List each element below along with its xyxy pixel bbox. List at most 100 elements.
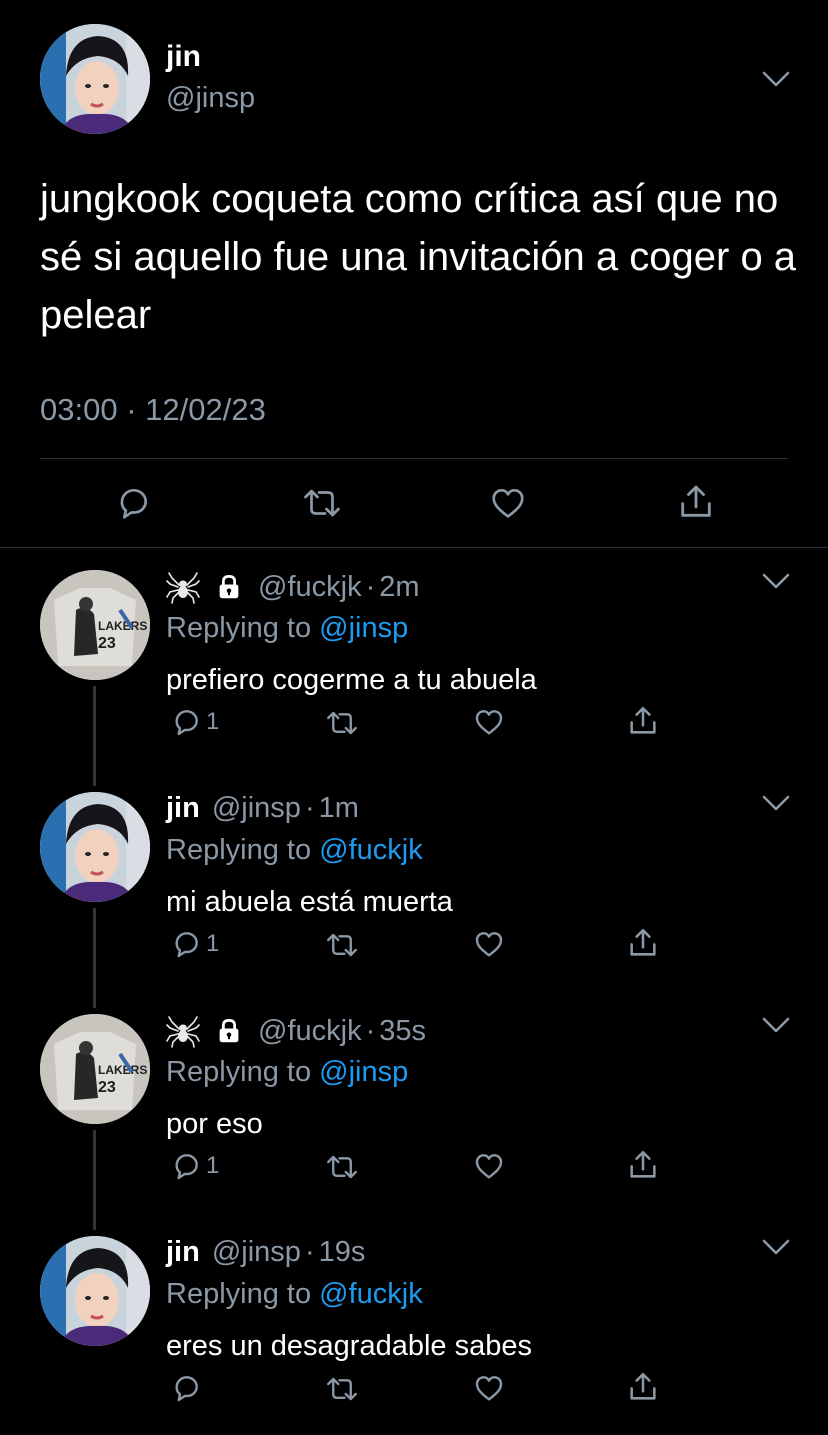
reply-button[interactable]: 1 [170,1150,219,1182]
reply-text: eres un desagradable sabes [166,1330,532,1362]
meta-separator: · [365,570,376,603]
reply-tweet[interactable]: LAKERS 23 @fuckjk · 2m Replying to @jinsp p… [0,560,828,786]
reply-text: mi abuela está muerta [166,886,453,918]
retweet-icon [327,1155,357,1179]
mention-link[interactable]: @fuckjk [319,1278,423,1310]
retweet-button[interactable] [301,484,343,522]
chevron-down-icon[interactable] [762,1238,790,1256]
divider [0,547,828,548]
share-button[interactable] [626,1148,660,1182]
retweet-icon [327,1377,357,1401]
retweet-icon [327,933,357,957]
retweet-button[interactable] [324,708,360,738]
reply-tweet[interactable]: jin @jinsp · 1m Replying to @fuckjk mi abue… [0,782,828,1008]
tweet-time: 03:00 [40,392,118,427]
meta-separator: · [304,792,315,824]
replying-to: Replying to @jinsp [166,612,408,645]
avatar[interactable]: LAKERS 23 [40,1014,150,1124]
reply-count: 1 [206,1152,220,1179]
mention-link[interactable]: @jinsp [319,612,408,644]
replying-to: Replying to @fuckjk [166,834,423,867]
retweet-button[interactable] [324,930,360,960]
reply-icon [175,1376,198,1402]
share-icon [630,706,656,734]
share-button[interactable] [626,1370,660,1404]
reply-icon [175,932,198,958]
replying-prefix: Replying to [166,1056,320,1088]
tweet-date: 12/02/23 [145,392,266,427]
user-handle[interactable]: @fuckjk [258,1015,362,1048]
reply-button[interactable]: 1 [170,928,219,960]
chevron-down-icon[interactable] [762,70,790,88]
share-button[interactable] [676,482,716,522]
reply-header: @fuckjk · 35s [166,1014,426,1048]
reply-button[interactable]: 1 [170,706,219,738]
avatar[interactable]: LAKERS 23 [40,570,150,680]
chevron-down-icon[interactable] [762,1016,790,1034]
reply-header: jin @jinsp · 19s [166,1236,365,1269]
heart-icon [475,1154,503,1179]
reply-button[interactable] [170,1372,206,1404]
mention-link[interactable]: @jinsp [319,1056,408,1088]
person-photo [40,1236,150,1346]
reply-header: @fuckjk · 2m [166,570,420,604]
share-icon [630,928,656,956]
like-button[interactable] [472,1372,506,1404]
user-handle[interactable]: @fuckjk [258,571,362,604]
meta-separator: · [126,392,137,427]
meta-separator: · [365,1014,376,1047]
reply-count: 1 [206,930,220,957]
share-button[interactable] [626,926,660,960]
lock-icon [214,572,244,602]
reply-icon [120,488,148,519]
user-handle[interactable]: @jinsp [166,82,255,115]
share-button[interactable] [626,704,660,738]
chevron-down-icon[interactable] [762,572,790,590]
heart-icon [475,932,503,957]
tweet-timestamp: 03:00 · 12/02/23 [40,392,266,428]
reply-icon [175,1154,198,1180]
mention-link[interactable]: @fuckjk [319,834,423,866]
retweet-icon [304,489,340,517]
thread-line [93,686,96,786]
like-button[interactable] [488,484,528,522]
replying-prefix: Replying to [166,834,320,866]
main-tweet: jin @jinsp jungkook coqueta como crítica… [0,0,828,548]
spider-icon [166,570,200,604]
reply-time: 1m [318,792,359,824]
reply-tweet[interactable]: LAKERS 23 @fuckjk · 35s Replying to @jinsp … [0,1004,828,1230]
shirt-photo: LAKERS23 [40,1014,150,1124]
thread-line [93,908,96,1008]
reply-tweet[interactable]: jin @jinsp · 19s Replying to @fuckjk eres u… [0,1226,828,1435]
user-handle[interactable]: @jinsp [212,792,301,825]
avatar[interactable] [40,1236,150,1346]
display-name[interactable]: jin [166,1236,200,1269]
tweet-text: jungkook coqueta como crítica así que no… [40,177,797,337]
share-icon [681,485,711,517]
divider [40,458,788,459]
display-name[interactable]: jin [166,792,200,825]
avatar[interactable] [40,792,150,902]
share-icon [630,1150,656,1178]
chevron-down-icon[interactable] [762,794,790,812]
spider-icon [166,572,200,604]
replying-to: Replying to @jinsp [166,1056,408,1089]
like-button[interactable] [472,928,506,960]
reply-time: 35s [379,1014,427,1047]
reply-time: 19s [318,1236,366,1268]
retweet-button[interactable] [324,1152,360,1182]
person-photo [40,792,150,902]
person-photo [40,24,150,134]
reply-button[interactable] [114,484,152,522]
like-button[interactable] [472,706,506,738]
heart-icon [492,488,524,518]
avatar[interactable] [40,24,150,134]
shirt-photo: LAKERS23 [40,570,150,680]
user-handle[interactable]: @jinsp [212,1236,301,1269]
replying-prefix: Replying to [166,612,320,644]
reply-text: por eso [166,1108,263,1140]
reply-time: 2m [379,570,420,603]
like-button[interactable] [472,1150,506,1182]
retweet-button[interactable] [324,1374,360,1404]
display-name[interactable]: jin [166,40,201,74]
